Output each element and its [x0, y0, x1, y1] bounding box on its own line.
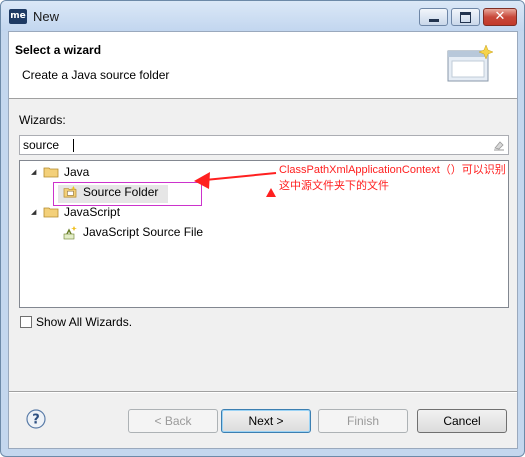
annotation-arrow-line [204, 172, 277, 181]
annotation-arrowhead [194, 172, 210, 189]
annotation-text-line1: ClassPathXmlApplicationContext（）可以识别 [279, 164, 506, 176]
annotation-text-line2: 这中源文件夹下的文件 [279, 180, 389, 192]
annotation-overlay [194, 172, 277, 197]
annotation-marker-icon [266, 188, 276, 197]
